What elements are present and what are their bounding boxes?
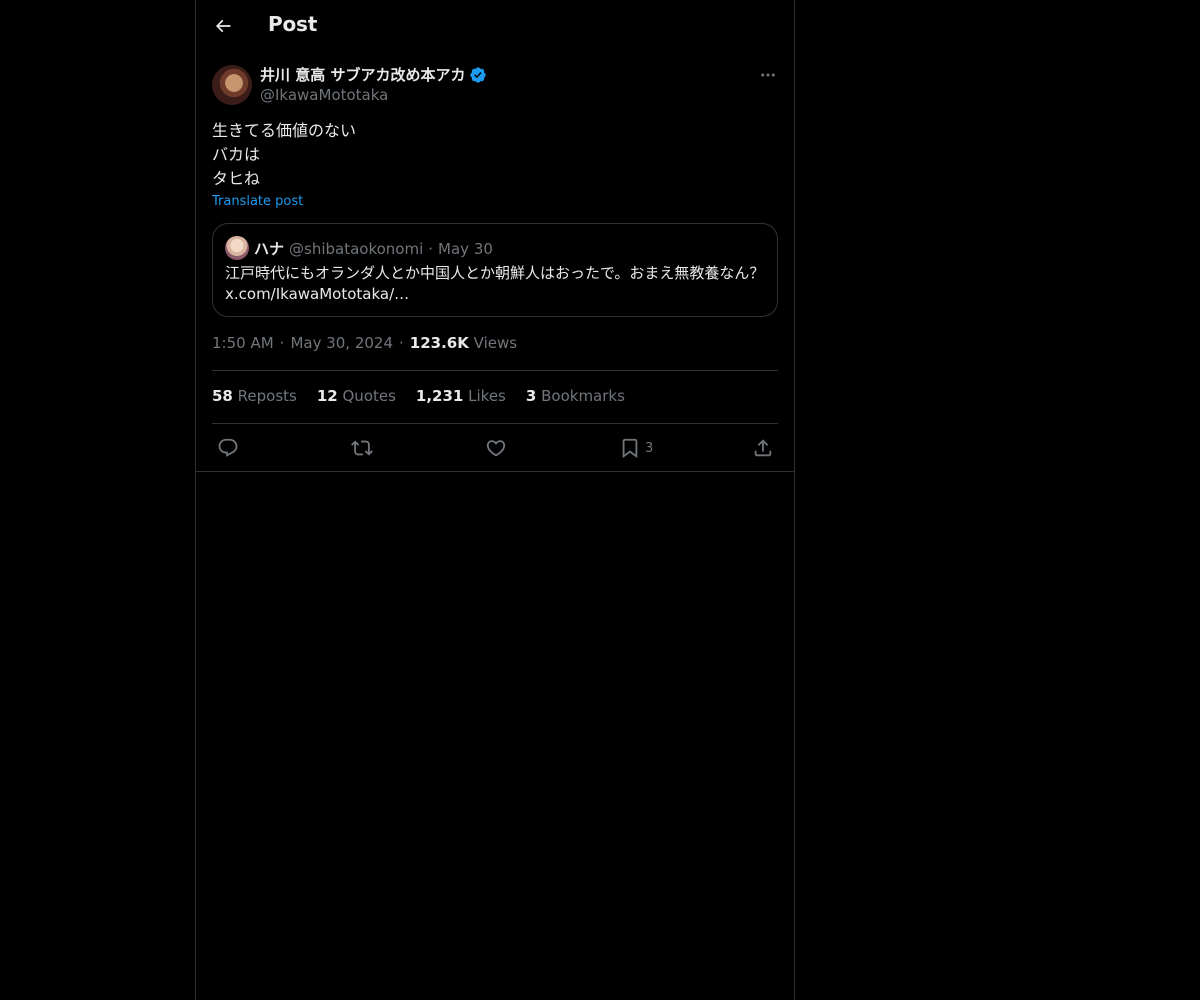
back-button[interactable] [210, 13, 236, 39]
quote-date: May 30 [438, 239, 493, 258]
post-text-line: バカは [212, 145, 261, 164]
engagement-stats: 58 Reposts 12 Quotes 1,231 Likes 3 Bookm… [212, 387, 625, 405]
likes-stat[interactable]: 1,231 Likes [416, 387, 506, 405]
quote-text: 江戸時代にもオランダ人とか中国人とか朝鮮人はおったで。おまえ無教養なん？ x.c… [225, 263, 765, 305]
views-label: Views [473, 334, 518, 352]
page-title: Post [268, 12, 318, 36]
post-time[interactable]: 1:50 AM [212, 334, 274, 352]
quote-header: ハナ @shibataokonomi · May 30 [254, 238, 493, 259]
author-name[interactable]: 井川 意高 サブアカ改め本アカ [260, 64, 465, 85]
author-name-row[interactable]: 井川 意高 サブアカ改め本アカ [260, 64, 487, 85]
repost-button[interactable] [351, 436, 373, 460]
bookmarks-label: Bookmarks [541, 387, 625, 405]
likes-label: Likes [468, 387, 506, 405]
post-meta: 1:50 AM · May 30, 2024 · 123.6K Views [212, 334, 517, 352]
reposts-count: 58 [212, 387, 233, 405]
reposts-stat[interactable]: 58 Reposts [212, 387, 297, 405]
heart-icon [485, 437, 507, 459]
quote-author-avatar [225, 236, 249, 260]
top-bar: Post [196, 0, 794, 53]
author-avatar[interactable] [212, 65, 252, 105]
author-handle[interactable]: @IkawaMototaka [260, 86, 388, 104]
post-date[interactable]: May 30, 2024 [290, 334, 393, 352]
reply-icon [217, 437, 239, 459]
quote-separator: · [428, 239, 434, 258]
quotes-stat[interactable]: 12 Quotes [317, 387, 396, 405]
meta-separator: · [399, 334, 404, 352]
reply-button[interactable] [217, 436, 239, 460]
bookmark-icon [619, 437, 641, 459]
share-icon [752, 437, 774, 459]
translate-post-link[interactable]: Translate post [212, 194, 303, 209]
post-text-line: タヒね [212, 169, 261, 188]
main-column: Post 井川 意高 サブアカ改め本アカ @IkawaMototaka 生きてる… [195, 0, 795, 1000]
bookmark-button[interactable]: 3 [619, 436, 653, 460]
quotes-count: 12 [316, 387, 338, 405]
more-options-button[interactable] [756, 64, 780, 86]
quotes-label: Quotes [342, 387, 396, 405]
likes-count: 1,231 [415, 387, 464, 405]
divider [212, 370, 778, 371]
quote-link-line: x.com/IkawaMototaka/… [225, 285, 410, 303]
arrow-left-icon [213, 16, 233, 36]
bookmarks-count: 3 [525, 387, 537, 405]
like-button[interactable] [485, 436, 507, 460]
bookmarks-stat[interactable]: 3 Bookmarks [526, 387, 625, 405]
divider [212, 423, 778, 424]
more-dots-icon [759, 66, 777, 84]
bookmark-count: 3 [645, 440, 654, 456]
post-text-line: 生きてる価値のない [212, 121, 357, 140]
action-bar: 3 [196, 432, 794, 464]
share-button[interactable] [752, 436, 774, 460]
post-text: 生きてる価値のない バカは タヒね [212, 119, 778, 191]
views-count: 123.6K [409, 334, 469, 352]
meta-separator: · [279, 334, 285, 352]
quote-author-name: ハナ [254, 240, 285, 258]
repost-icon [351, 437, 373, 459]
post-bottom-border [196, 471, 794, 472]
reposts-label: Reposts [237, 387, 297, 405]
verified-badge-icon[interactable] [469, 66, 487, 84]
quote-author-handle: @shibataokonomi [289, 239, 424, 258]
quoted-post-card[interactable]: ハナ @shibataokonomi · May 30 江戸時代にもオランダ人と… [212, 223, 778, 317]
quote-text-line: 江戸時代にもオランダ人とか中国人とか朝鮮人はおったで。おまえ無教養なん？ [225, 264, 765, 282]
